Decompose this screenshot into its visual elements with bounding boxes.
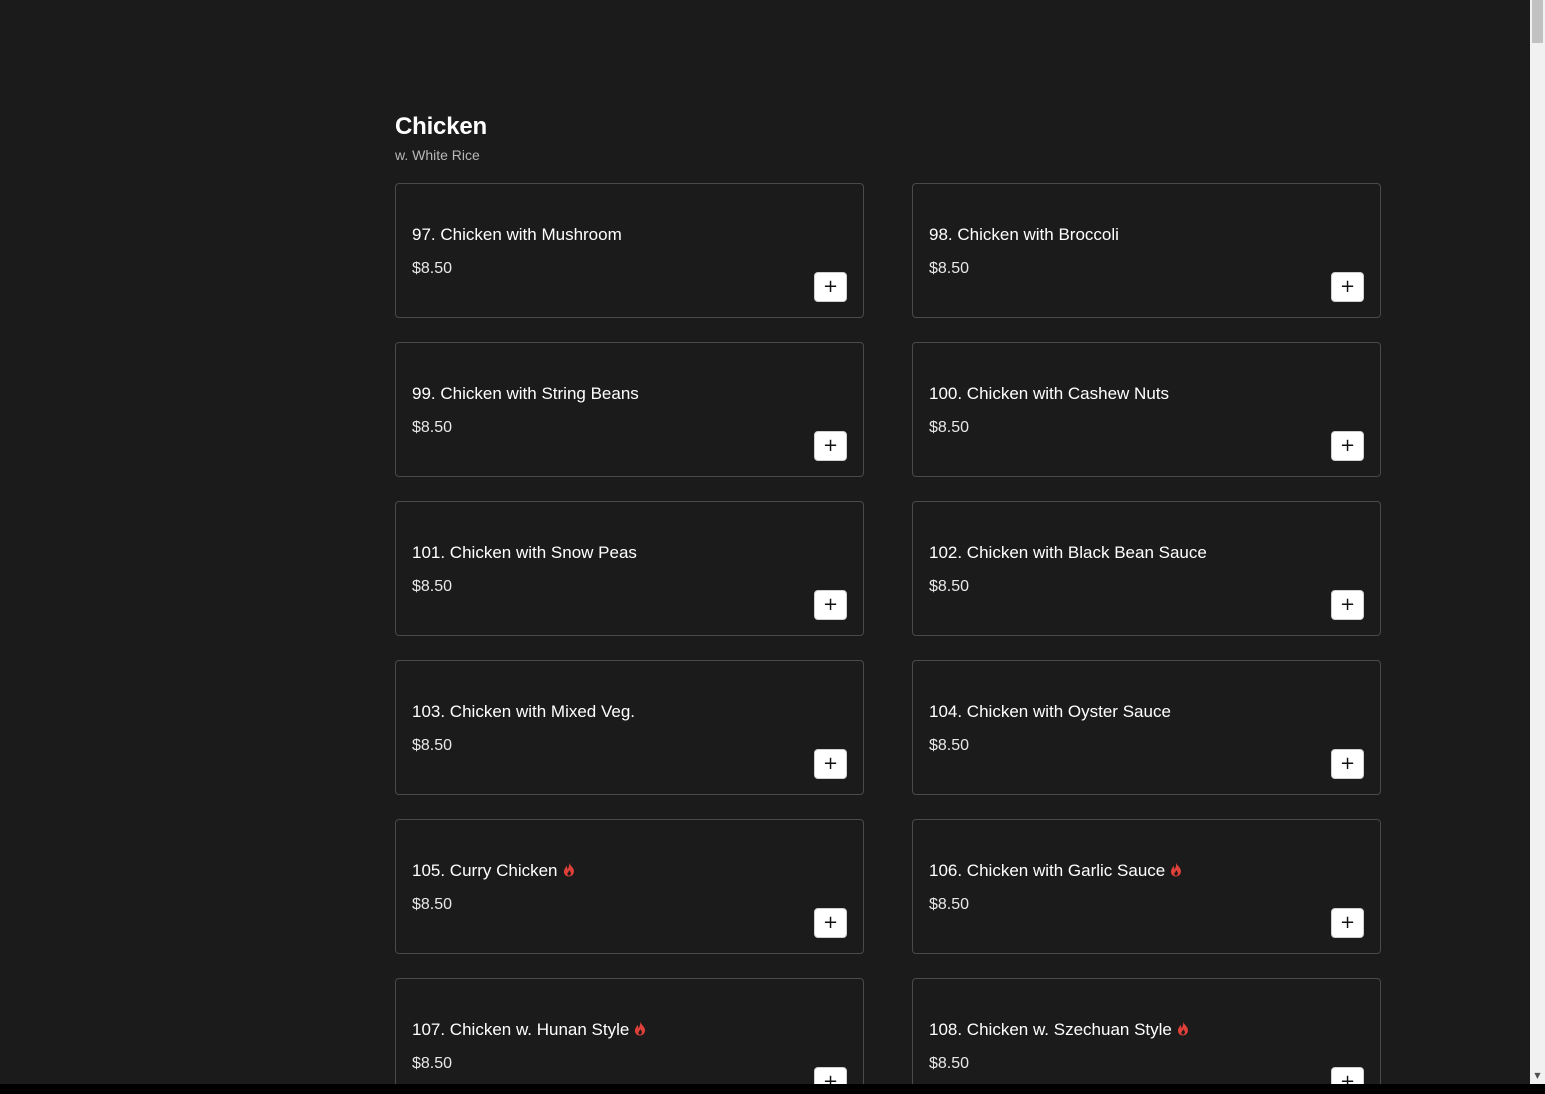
spicy-flame-icon: [1170, 861, 1182, 877]
add-to-cart-button[interactable]: +: [1331, 590, 1364, 620]
scroll-down-arrow-icon[interactable]: ▼: [1530, 1070, 1545, 1082]
menu-item-name: 107. Chicken w. Hunan Style: [412, 1019, 646, 1041]
menu-item-name: 101. Chicken with Snow Peas: [412, 543, 637, 562]
menu-item-card[interactable]: 103. Chicken with Mixed Veg. $8.50 +: [395, 660, 864, 795]
add-to-cart-button[interactable]: +: [814, 749, 847, 779]
menu-item-name: 105. Curry Chicken: [412, 860, 575, 882]
spicy-flame-icon: [634, 1020, 646, 1036]
menu-item-price: $8.50: [412, 260, 453, 277]
menu-item-card[interactable]: 104. Chicken with Oyster Sauce $8.50 +: [912, 660, 1381, 795]
menu-section-chicken: Chicken w. White Rice 97. Chicken with M…: [395, 112, 1381, 1084]
menu-item-card[interactable]: 102. Chicken with Black Bean Sauce $8.50…: [912, 501, 1381, 636]
menu-item-card[interactable]: 98. Chicken with Broccoli $8.50 +: [912, 183, 1381, 318]
section-title: Chicken: [395, 113, 487, 140]
menu-item-card[interactable]: 101. Chicken with Snow Peas $8.50 +: [395, 501, 864, 636]
menu-item-card[interactable]: 108. Chicken w. Szechuan Style $8.50 +: [912, 978, 1381, 1084]
menu-item-name: 99. Chicken with String Beans: [412, 384, 639, 403]
menu-item-price: $8.50: [412, 737, 453, 754]
add-to-cart-button[interactable]: +: [1331, 908, 1364, 938]
menu-item-price: $8.50: [412, 1055, 453, 1072]
menu-item-card[interactable]: 107. Chicken w. Hunan Style $8.50 +: [395, 978, 864, 1084]
spicy-flame-icon: [1177, 1020, 1189, 1036]
menu-item-card[interactable]: 99. Chicken with String Beans $8.50 +: [395, 342, 864, 477]
menu-item-price: $8.50: [412, 578, 453, 595]
add-to-cart-button[interactable]: +: [814, 1067, 847, 1084]
menu-item-price: $8.50: [929, 1055, 970, 1072]
menu-item-card[interactable]: 100. Chicken with Cashew Nuts $8.50 +: [912, 342, 1381, 477]
window-bottom-edge: [0, 1084, 1545, 1094]
menu-item-price: $8.50: [929, 260, 970, 277]
menu-item-grid: 97. Chicken with Mushroom $8.50 + 98. Ch…: [395, 183, 1381, 1084]
add-to-cart-button[interactable]: +: [814, 908, 847, 938]
section-subtitle: w. White Rice: [395, 147, 480, 163]
menu-item-name: 106. Chicken with Garlic Sauce: [929, 860, 1182, 882]
page: Chicken w. White Rice 97. Chicken with M…: [0, 0, 1545, 1094]
menu-item-name: 103. Chicken with Mixed Veg.: [412, 702, 636, 721]
menu-item-card[interactable]: 106. Chicken with Garlic Sauce $8.50 +: [912, 819, 1381, 954]
menu-item-price: $8.50: [929, 737, 970, 754]
menu-item-name: 98. Chicken with Broccoli: [929, 225, 1119, 244]
scrollbar-thumb[interactable]: [1532, 0, 1543, 43]
menu-item-name: 108. Chicken w. Szechuan Style: [929, 1019, 1189, 1041]
menu-item-price: $8.50: [929, 419, 970, 436]
menu-item-price: $8.50: [412, 419, 453, 436]
add-to-cart-button[interactable]: +: [1331, 749, 1364, 779]
menu-item-price: $8.50: [929, 578, 970, 595]
vertical-scrollbar[interactable]: ▼: [1530, 0, 1545, 1084]
add-to-cart-button[interactable]: +: [814, 272, 847, 302]
add-to-cart-button[interactable]: +: [1331, 431, 1364, 461]
spicy-flame-icon: [563, 861, 575, 877]
menu-item-price: $8.50: [412, 896, 453, 913]
menu-item-name: 97. Chicken with Mushroom: [412, 225, 622, 244]
menu-item-name: 102. Chicken with Black Bean Sauce: [929, 543, 1207, 562]
menu-item-name: 104. Chicken with Oyster Sauce: [929, 702, 1171, 721]
menu-item-name: 100. Chicken with Cashew Nuts: [929, 384, 1170, 403]
menu-item-card[interactable]: 97. Chicken with Mushroom $8.50 +: [395, 183, 864, 318]
add-to-cart-button[interactable]: +: [814, 590, 847, 620]
menu-item-card[interactable]: 105. Curry Chicken $8.50 +: [395, 819, 864, 954]
menu-viewport: Chicken w. White Rice 97. Chicken with M…: [0, 0, 1530, 1084]
menu-item-price: $8.50: [929, 896, 970, 913]
add-to-cart-button[interactable]: +: [1331, 272, 1364, 302]
add-to-cart-button[interactable]: +: [1331, 1067, 1364, 1084]
add-to-cart-button[interactable]: +: [814, 431, 847, 461]
